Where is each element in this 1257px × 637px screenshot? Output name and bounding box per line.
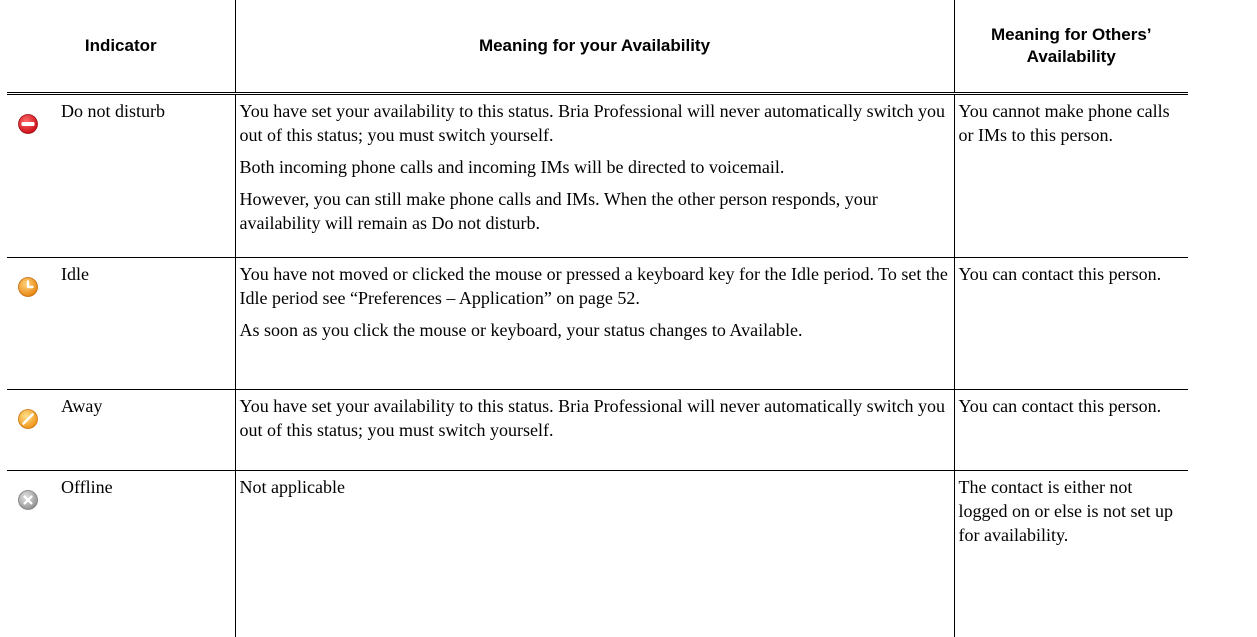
meaning-others-cell: You can contact this person. <box>953 257 1188 390</box>
indicator-label: Idle <box>61 264 89 284</box>
meaning-yours-text: You have set your availability to this s… <box>239 101 946 145</box>
meaning-yours-text: You have set your availability to this s… <box>239 396 946 440</box>
indicator-label: Away <box>61 396 103 416</box>
meaning-yours-cell: You have set your availability to this s… <box>234 93 955 258</box>
meaning-yours-text: However, you can still make phone calls … <box>239 189 878 233</box>
header-meaning-yours: Meaning for your Availability <box>234 0 955 95</box>
meaning-others-text: You cannot make phone calls or IMs to th… <box>958 101 1170 145</box>
meaning-others-cell: You can contact this person. <box>953 389 1188 471</box>
header-indicator: Indicator <box>7 0 236 95</box>
offline-icon <box>18 490 38 510</box>
meaning-yours-text: Not applicable <box>239 477 345 497</box>
away-icon <box>18 409 38 429</box>
meaning-others-cell: You cannot make phone calls or IMs to th… <box>953 93 1188 258</box>
table-header-row: Indicator Meaning for your Availability … <box>7 0 1188 95</box>
indicator-cell: Away <box>7 389 236 471</box>
indicator-cell: Idle <box>7 257 236 390</box>
do-not-disturb-icon <box>18 114 38 134</box>
table-row: Away You have set your availability to t… <box>7 389 1188 471</box>
table-row: Idle You have not moved or clicked the m… <box>7 257 1188 390</box>
table-row: Do not disturb You have set your availab… <box>7 93 1188 258</box>
indicator-label: Offline <box>61 477 113 497</box>
availability-indicator-table: Indicator Meaning for your Availability … <box>7 0 1188 637</box>
idle-icon <box>18 277 38 297</box>
indicator-cell: Offline <box>7 470 236 637</box>
meaning-yours-cell: You have set your availability to this s… <box>234 389 955 471</box>
meaning-others-cell: The contact is either not logged on or e… <box>953 470 1188 637</box>
meaning-yours-cell: You have not moved or clicked the mouse … <box>234 257 955 390</box>
meaning-yours-text: You have not moved or clicked the mouse … <box>239 264 948 308</box>
meaning-others-text: You can contact this person. <box>958 396 1162 416</box>
indicator-label: Do not disturb <box>61 101 166 121</box>
meaning-yours-cell: Not applicable <box>234 470 955 637</box>
meaning-others-text: The contact is either not logged on or e… <box>958 477 1173 545</box>
meaning-yours-text: As soon as you click the mouse or keyboa… <box>239 320 803 340</box>
indicator-cell: Do not disturb <box>7 93 236 258</box>
meaning-others-text: You can contact this person. <box>958 264 1162 284</box>
header-meaning-others: Meaning for Others’ Availability <box>953 0 1188 95</box>
meaning-yours-text: Both incoming phone calls and incoming I… <box>239 157 785 177</box>
table-row: Offline Not applicable The contact is ei… <box>7 470 1188 637</box>
